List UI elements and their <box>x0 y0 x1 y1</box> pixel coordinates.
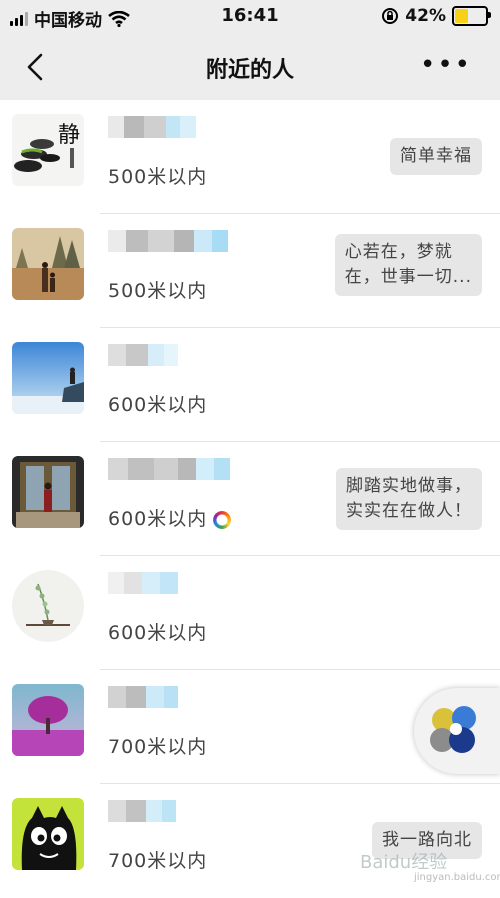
watermark-text: Baidu经验 <box>360 852 448 873</box>
blurred-name <box>108 230 228 252</box>
orientation-lock-icon <box>382 8 399 24</box>
distance-label: 600米以内 <box>108 504 232 531</box>
distance-label: 600米以内 <box>108 394 208 416</box>
blurred-name <box>108 344 178 366</box>
svg-text:静: 静 <box>58 123 80 148</box>
avatar <box>12 228 84 300</box>
list-item[interactable]: 600米以内 <box>0 556 500 670</box>
status-right: 42% <box>381 6 491 26</box>
distance-label: 500米以内 <box>108 166 208 188</box>
status-bar: 中国移动 16:41 42% <box>0 0 500 34</box>
avatar <box>12 342 84 414</box>
blurred-name <box>108 116 196 138</box>
watermark-url: jingyan.baidu.com <box>414 872 500 883</box>
avatar <box>12 570 84 642</box>
blurred-name <box>108 686 178 708</box>
blurred-name <box>108 800 176 822</box>
blurred-name <box>108 458 230 480</box>
signature-bubble: 心若在，梦就 在，世事一切... <box>334 234 482 296</box>
distance-text: 600米以内 <box>108 508 208 530</box>
distance-label: 600米以内 <box>108 622 208 644</box>
avatar <box>12 684 84 756</box>
nav-bar: 附近的人 ••• <box>0 34 500 100</box>
battery-fill <box>455 9 468 23</box>
distance-label: 500米以内 <box>108 280 208 302</box>
distance-label: 700米以内 <box>108 736 208 758</box>
signature-bubble: 脚踏实地做事， 实实在在做人！ <box>336 468 482 530</box>
floating-assistant-button[interactable] <box>414 688 500 774</box>
list-item[interactable]: 600米以内 脚踏实地做事， 实实在在做人！ <box>0 442 500 556</box>
status-ring-icon <box>213 510 232 529</box>
more-button[interactable]: ••• <box>420 52 472 78</box>
list-item[interactable]: 500米以内 心若在，梦就 在，世事一切... <box>0 214 500 328</box>
distance-label: 700米以内 <box>108 850 208 872</box>
avatar <box>12 798 84 870</box>
avatar: 静 <box>12 114 84 186</box>
blurred-name <box>108 572 178 594</box>
list-item[interactable]: 600米以内 <box>0 328 500 442</box>
avatar <box>12 456 84 528</box>
list-item[interactable]: 静 500米以内 简单幸福 <box>0 100 500 214</box>
signature-bubble: 简单幸福 <box>390 138 482 175</box>
battery-percent: 42% <box>405 6 446 26</box>
battery-icon <box>452 6 491 26</box>
assistant-logo-icon <box>430 706 476 753</box>
